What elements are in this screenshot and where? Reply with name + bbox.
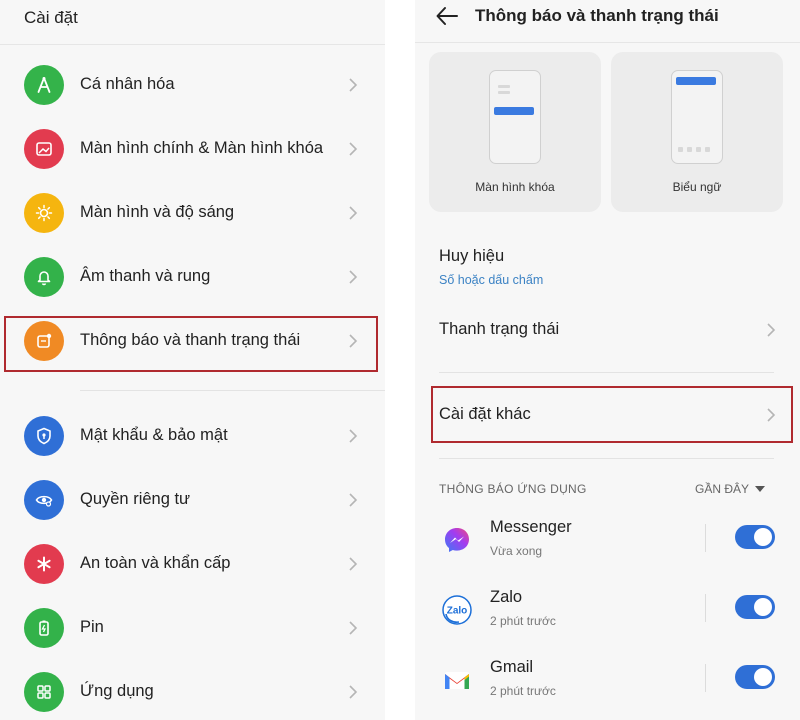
notifications-panel: Thông báo và thanh trạng thái Màn hình k… [415,0,800,720]
chevron-right-icon [349,429,358,443]
battery-icon [24,608,64,648]
app-time: Vừa xong [490,544,543,558]
gmail-icon [445,672,469,689]
highlight-box [4,316,378,372]
chevron-right-icon [349,621,358,635]
chevron-right-icon [767,323,776,337]
app-name: Messenger [490,518,572,536]
menu-item-label: Mật khẩu & bảo mật [80,426,228,444]
status-bar-title: Thanh trạng thái [439,320,560,338]
toggle-knob [754,668,772,686]
page-title: Cài đặt [24,8,78,27]
gmail-toggle[interactable] [735,665,775,689]
divider [0,44,385,45]
card-label: Màn hình khóa [475,180,555,194]
banner-card[interactable]: Biểu ngữ [611,52,783,212]
divider [705,524,706,552]
menu-item-sound-vibration[interactable]: Âm thanh và rung [0,246,385,310]
menu-item-label: An toàn và khẩn cấp [80,554,231,572]
app-row-gmail[interactable]: Gmail 2 phút trước [415,652,800,712]
divider [439,372,774,373]
menu-item-password-security[interactable]: Mật khẩu & bảo mật [0,405,385,469]
lock-screen-card[interactable]: Màn hình khóa [429,52,601,212]
header: Thông báo và thanh trạng thái [415,0,800,40]
divider [705,664,706,692]
menu-item-label: Cá nhân hóa [80,75,175,93]
sort-label: GẦN ĐÂY [695,482,750,496]
menu-item-display-brightness[interactable]: Màn hình và độ sáng [0,182,385,246]
page-title: Thông báo và thanh trạng thái [475,6,719,25]
divider [439,458,774,459]
toggle-knob [754,528,772,546]
app-time: 2 phút trước [490,684,556,698]
app-time: 2 phút trước [490,614,556,628]
sort-dropdown[interactable]: GẦN ĐÂY [695,482,766,496]
menu-item-label: Âm thanh và rung [80,267,211,285]
chevron-right-icon [349,270,358,284]
zalo-toggle[interactable] [735,595,775,619]
phone-preview-icon [671,70,723,164]
chevron-right-icon [349,142,358,156]
eye-icon [24,480,64,520]
divider [415,42,800,43]
personalize-icon [24,65,64,105]
menu-item-label: Quyền riêng tư [80,490,191,508]
apps-grid-icon [24,672,64,712]
section-heading: THÔNG BÁO ỨNG DỤNG [439,482,587,496]
menu-item-battery[interactable]: Pin [0,597,385,661]
svg-text:Zalo: Zalo [447,606,468,617]
asterisk-icon [24,544,64,584]
menu-item-personalize[interactable]: Cá nhân hóa [0,54,385,118]
highlight-box [431,386,793,443]
app-name: Zalo [490,588,523,606]
toggle-knob [754,598,772,616]
app-row-zalo[interactable]: Zalo Zalo 2 phút trước [415,582,800,642]
app-row-messenger[interactable]: Messenger Vừa xong [415,512,800,572]
messenger-toggle[interactable] [735,525,775,549]
menu-item-apps[interactable]: Ứng dụng [0,661,385,720]
menu-item-label: Màn hình chính & Màn hình khóa [80,139,324,157]
badge-title: Huy hiệu [439,247,505,265]
menu-item-label: Màn hình và độ sáng [80,203,235,221]
chevron-right-icon [349,685,358,699]
brightness-icon [24,193,64,233]
badge-value: Số hoặc dấu chấm [439,273,544,287]
back-arrow-icon[interactable] [435,5,459,27]
card-label: Biểu ngữ [672,180,722,194]
app-name: Gmail [490,658,534,676]
bell-icon [24,257,64,297]
menu-item-label: Pin [80,618,104,636]
chevron-right-icon [349,493,358,507]
settings-panel: Cài đặt Cá nhân hóa Màn hình chính & Màn… [0,0,385,720]
divider [705,594,706,622]
menu-item-label: Ứng dụng [80,682,154,700]
chevron-right-icon [349,206,358,220]
divider [80,390,385,391]
phone-preview-icon [489,70,541,164]
messenger-icon [445,528,469,552]
wallpaper-icon [24,129,64,169]
chevron-right-icon [349,557,358,571]
menu-item-safety-emergency[interactable]: An toàn và khẩn cấp [0,533,385,597]
menu-item-home-lock-screen[interactable]: Màn hình chính & Màn hình khóa [0,118,385,182]
caret-down-icon [755,486,766,492]
chevron-right-icon [349,78,358,92]
shield-icon [24,416,64,456]
zalo-icon: Zalo [442,595,472,625]
menu-item-privacy[interactable]: Quyền riêng tư [0,469,385,533]
